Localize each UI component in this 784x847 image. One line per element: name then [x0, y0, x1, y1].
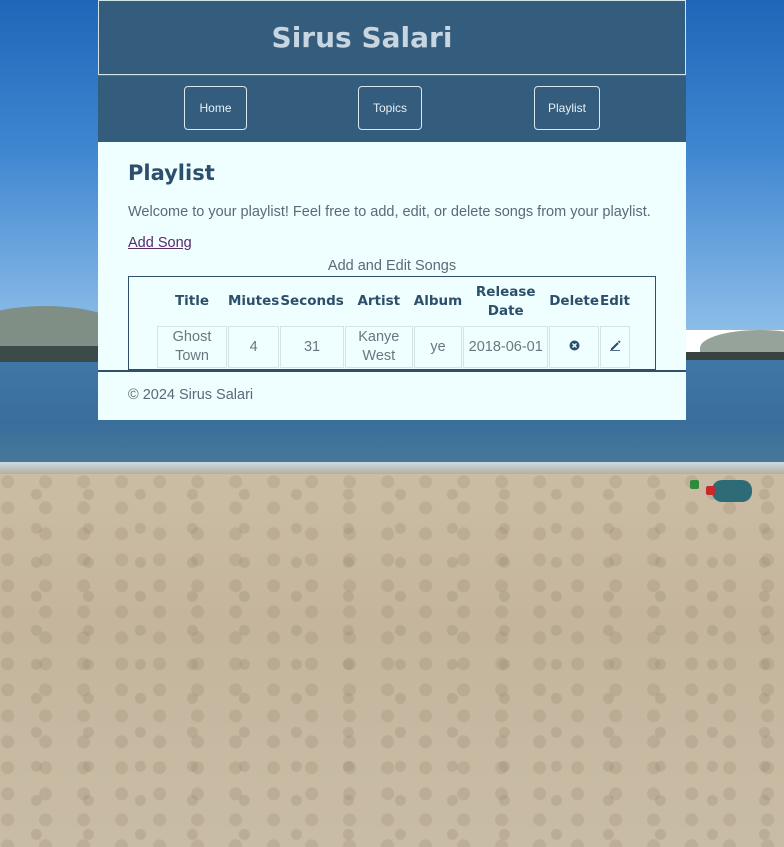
- cell-delete: [549, 326, 599, 368]
- cell-seconds: 31: [280, 326, 344, 368]
- main-nav: Home Topics Playlist: [98, 75, 686, 142]
- add-song-link[interactable]: Add Song: [128, 235, 192, 251]
- cell-edit: [599, 326, 630, 368]
- nav-topics-button[interactable]: Topics: [358, 86, 422, 130]
- table-row: Ghost Town 4 31 Kanye West ye 2018-06-01: [157, 326, 630, 368]
- intro-text: Welcome to your playlist! Feel free to a…: [128, 204, 651, 220]
- beach-toy: [706, 486, 715, 495]
- column-header-edit: Edit: [599, 293, 630, 309]
- column-header-album: Album: [413, 293, 463, 309]
- beach-toy: [690, 480, 699, 489]
- cell-artist: Kanye West: [344, 326, 413, 368]
- table-header-row: Title Miutes Seconds Artist Album Releas…: [157, 278, 630, 325]
- pencil-icon[interactable]: [609, 339, 621, 351]
- column-header-release-date: Release Date: [475, 283, 536, 319]
- beach-person: [712, 480, 752, 502]
- pier: [0, 346, 100, 362]
- songs-table: Title Miutes Seconds Artist Album Releas…: [156, 277, 631, 369]
- table-caption: Add and Edit Songs: [327, 258, 457, 274]
- column-header-minutes: Miutes: [228, 293, 280, 309]
- x-circle-icon[interactable]: [569, 340, 580, 351]
- nav-playlist-button[interactable]: Playlist: [534, 86, 600, 130]
- cell-release-date: 2018-06-01: [463, 326, 549, 368]
- songs-table-container: Title Miutes Seconds Artist Album Releas…: [128, 276, 656, 370]
- copyright-text: © 2024 Sirus Salari: [128, 387, 254, 403]
- column-header-seconds: Seconds: [280, 293, 344, 309]
- page-title: Playlist: [128, 161, 215, 185]
- cell-minutes: 4: [228, 326, 280, 368]
- sand: [0, 474, 784, 847]
- column-header-delete: Delete: [549, 293, 599, 309]
- pier: [686, 352, 784, 360]
- nav-home-button[interactable]: Home: [184, 86, 247, 130]
- column-header-title: Title: [174, 293, 210, 309]
- site-footer: © 2024 Sirus Salari: [98, 370, 686, 420]
- cell-title: Ghost Town: [157, 326, 227, 368]
- column-header-artist: Artist: [357, 293, 401, 309]
- cell-album: ye: [413, 326, 463, 368]
- site-title: Sirus Salari: [271, 21, 453, 54]
- site-header: Sirus Salari: [98, 0, 686, 75]
